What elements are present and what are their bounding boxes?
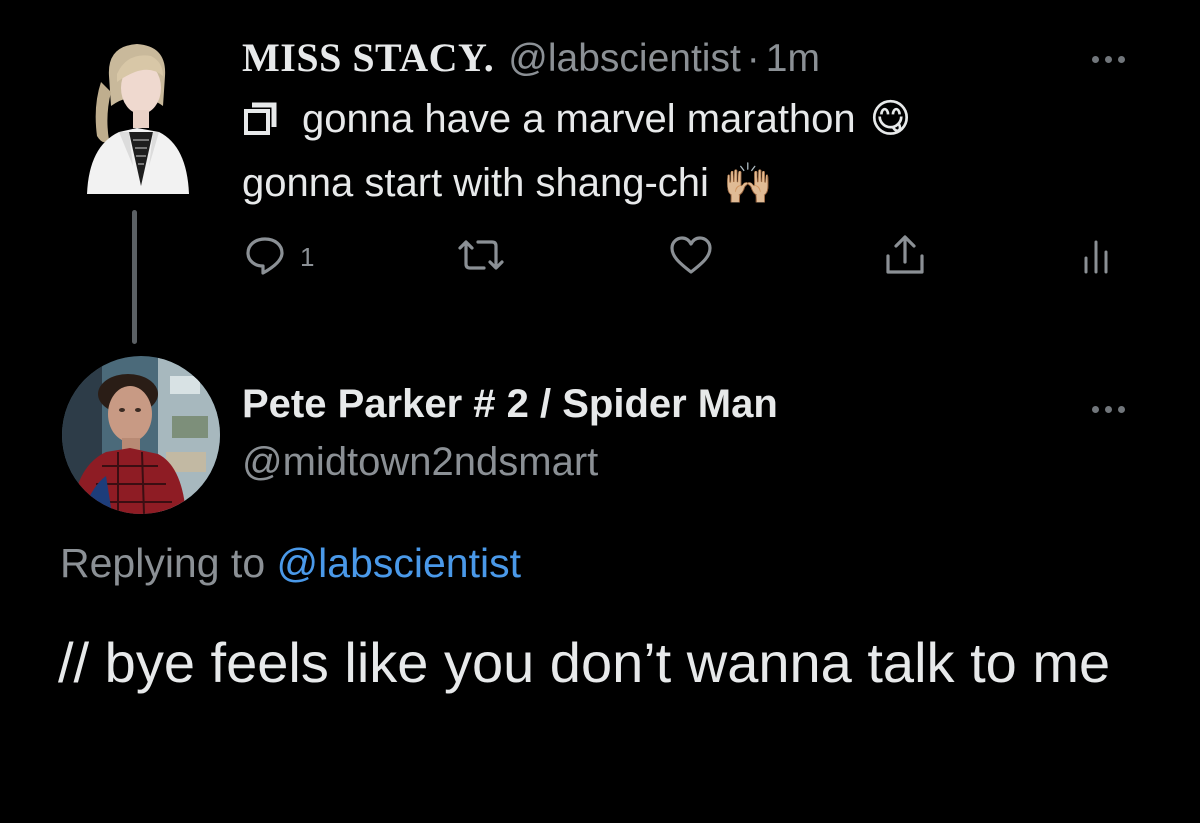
raising-hands-emoji: 🙌🏼 (722, 162, 773, 206)
analytics-bars-icon (1080, 234, 1116, 281)
share-button[interactable] (882, 232, 928, 282)
reply-tweet-text: // bye feels like you don’t wanna talk t… (58, 631, 1111, 694)
replying-mention-link[interactable]: @labscientist (277, 540, 521, 586)
parent-display-name[interactable]: MISS STACY. (242, 34, 494, 81)
retweet-icon (454, 234, 508, 281)
parent-timestamp[interactable]: 1m (766, 37, 820, 81)
avatar-image (62, 356, 220, 514)
replying-prefix: Replying to (60, 540, 266, 586)
thread-connector-line (132, 210, 137, 344)
parent-text-2: gonna start with shang-chi (242, 161, 709, 205)
analytics-button[interactable] (1080, 232, 1116, 282)
more-dots-icon[interactable] (1092, 406, 1125, 413)
retweet-button[interactable] (454, 232, 508, 282)
more-dots-icon[interactable] (1092, 56, 1125, 63)
replying-to-line: Replying to @labscientist (60, 540, 521, 587)
heart-icon (668, 234, 714, 281)
parent-tweet-header: MISS STACY. @labscientist · 1m (242, 34, 820, 94)
reply-button[interactable]: 1 (244, 232, 314, 282)
avatar-miss-stacy[interactable] (79, 36, 195, 194)
comment-bubble-icon (244, 234, 286, 281)
square-bullet-icon (242, 101, 278, 137)
share-icon (882, 232, 928, 283)
header-separator: · (746, 37, 760, 80)
avatar-pete-parker[interactable] (62, 356, 220, 514)
reply-count: 1 (300, 241, 315, 272)
yum-face-emoji: 😋 (869, 97, 912, 141)
parent-text-1: gonna have a marvel marathon (302, 96, 856, 141)
parent-tweet-text-line-2: gonna start with shang-chi 🙌🏼 (242, 160, 773, 207)
avatar-image (87, 44, 189, 194)
parent-tweet-text-line-1: gonna have a marvel marathon 😋 (242, 96, 911, 142)
reply-display-name[interactable]: Pete Parker # 2 / Spider Man (242, 382, 778, 427)
reply-handle[interactable]: @midtown2ndsmart (242, 440, 598, 485)
parent-handle[interactable]: @labscientist (508, 37, 741, 81)
like-button[interactable] (668, 232, 714, 282)
